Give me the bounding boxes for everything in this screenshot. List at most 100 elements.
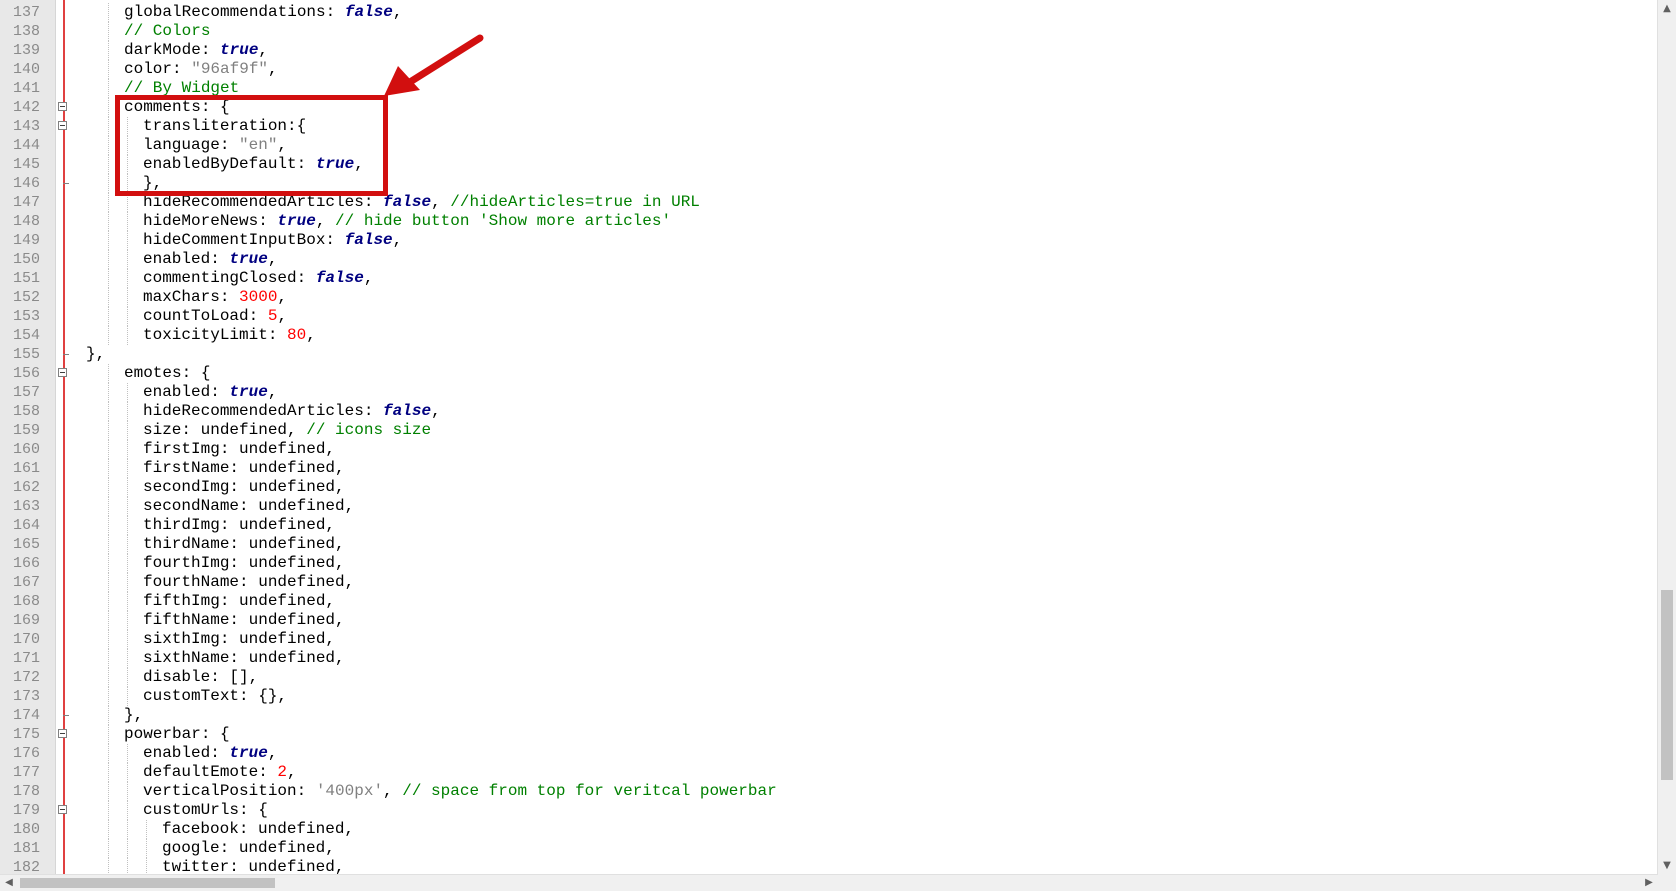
scroll-left-icon[interactable]: ◀: [0, 875, 18, 891]
code-text[interactable]: color: "96af9f",: [124, 60, 278, 79]
code-text[interactable]: sixthImg: undefined,: [143, 630, 335, 649]
code-line[interactable]: 179 customUrls: {: [0, 801, 1658, 820]
code-line[interactable]: 174},: [0, 706, 1658, 725]
code-line[interactable]: 149 hideCommentInputBox: false,: [0, 231, 1658, 250]
code-text[interactable]: // By Widget: [124, 79, 239, 98]
code-line[interactable]: 166 fourthImg: undefined,: [0, 554, 1658, 573]
code-line[interactable]: 175 powerbar: {: [0, 725, 1658, 744]
code-line[interactable]: 160 firstImg: undefined,: [0, 440, 1658, 459]
fold-toggle-icon[interactable]: [58, 102, 67, 111]
code-text[interactable]: enabledByDefault: true,: [143, 155, 364, 174]
code-line[interactable]: 151 commentingClosed: false,: [0, 269, 1658, 288]
code-text[interactable]: globalRecommendations: false,: [124, 3, 402, 22]
code-line[interactable]: 145 enabledByDefault: true,: [0, 155, 1658, 174]
code-line[interactable]: 156 emotes: {: [0, 364, 1658, 383]
fold-toggle-icon[interactable]: [58, 121, 67, 130]
code-line[interactable]: 173 customText: {},: [0, 687, 1658, 706]
fold-toggle-icon[interactable]: [58, 368, 67, 377]
code-line[interactable]: 168 fifthImg: undefined,: [0, 592, 1658, 611]
code-text[interactable]: defaultEmote: 2,: [143, 763, 297, 782]
horizontal-scrollbar[interactable]: ◀ ▶: [0, 874, 1658, 891]
code-line[interactable]: 139 darkMode: true,: [0, 41, 1658, 60]
code-line[interactable]: 161 firstName: undefined,: [0, 459, 1658, 478]
code-text[interactable]: fifthName: undefined,: [143, 611, 345, 630]
code-line[interactable]: 138 // Colors: [0, 22, 1658, 41]
code-text[interactable]: verticalPosition: '400px', // space from…: [143, 782, 777, 801]
code-text[interactable]: enabled: true,: [143, 744, 277, 763]
code-text[interactable]: enabled: true,: [143, 250, 277, 269]
code-line[interactable]: 158 hideRecommendedArticles: false,: [0, 402, 1658, 421]
code-line[interactable]: 140 color: "96af9f",: [0, 60, 1658, 79]
vertical-scrollbar[interactable]: ▲ ▼: [1657, 0, 1676, 875]
code-line[interactable]: 141 // By Widget: [0, 79, 1658, 98]
code-text[interactable]: sixthName: undefined,: [143, 649, 345, 668]
code-text[interactable]: fifthImg: undefined,: [143, 592, 335, 611]
code-text[interactable]: emotes: {: [124, 364, 210, 383]
code-line[interactable]: 181 google: undefined,: [0, 839, 1658, 858]
code-line[interactable]: 142 comments: {: [0, 98, 1658, 117]
code-line[interactable]: 162 secondImg: undefined,: [0, 478, 1658, 497]
code-text[interactable]: disable: [],: [143, 668, 258, 687]
code-text[interactable]: language: "en",: [143, 136, 287, 155]
code-text[interactable]: thirdName: undefined,: [143, 535, 345, 554]
scroll-up-icon[interactable]: ▲: [1658, 0, 1676, 18]
fold-toggle-icon[interactable]: [58, 805, 67, 814]
code-text[interactable]: firstName: undefined,: [143, 459, 345, 478]
code-editor[interactable]: 137 globalRecommendations: false, 138 // Co…: [0, 0, 1676, 891]
code-text[interactable]: maxChars: 3000,: [143, 288, 287, 307]
code-line[interactable]: 155},: [0, 345, 1658, 364]
code-text[interactable]: hideRecommendedArticles: false,: [143, 402, 441, 421]
fold-toggle-icon[interactable]: [58, 729, 67, 738]
code-lines[interactable]: 137 globalRecommendations: false, 138 // Co…: [0, 3, 1658, 877]
code-text[interactable]: },: [143, 174, 162, 193]
code-text[interactable]: secondName: undefined,: [143, 497, 354, 516]
code-text[interactable]: },: [124, 706, 143, 725]
code-line[interactable]: 163 secondName: undefined,: [0, 497, 1658, 516]
code-line[interactable]: 171 sixthName: undefined,: [0, 649, 1658, 668]
code-text[interactable]: hideMoreNews: true, // hide button 'Show…: [143, 212, 671, 231]
code-line[interactable]: 147 hideRecommendedArticles: false, //hid…: [0, 193, 1658, 212]
code-text[interactable]: hideCommentInputBox: false,: [143, 231, 402, 250]
code-line[interactable]: 177 defaultEmote: 2,: [0, 763, 1658, 782]
code-line[interactable]: 152 maxChars: 3000,: [0, 288, 1658, 307]
code-line[interactable]: 157 enabled: true,: [0, 383, 1658, 402]
code-text[interactable]: enabled: true,: [143, 383, 277, 402]
code-line[interactable]: 164 thirdImg: undefined,: [0, 516, 1658, 535]
code-line[interactable]: 176 enabled: true,: [0, 744, 1658, 763]
code-line[interactable]: 178 verticalPosition: '400px', // space f…: [0, 782, 1658, 801]
code-text[interactable]: firstImg: undefined,: [143, 440, 335, 459]
code-line[interactable]: 148 hideMoreNews: true, // hide button 'S…: [0, 212, 1658, 231]
code-text[interactable]: hideRecommendedArticles: false, //hideAr…: [143, 193, 700, 212]
code-line[interactable]: 169 fifthName: undefined,: [0, 611, 1658, 630]
code-line[interactable]: 180 facebook: undefined,: [0, 820, 1658, 839]
code-line[interactable]: 146},: [0, 174, 1658, 193]
horizontal-scroll-thumb[interactable]: [20, 878, 275, 888]
code-text[interactable]: fourthImg: undefined,: [143, 554, 345, 573]
code-text[interactable]: customUrls: {: [143, 801, 268, 820]
code-line[interactable]: 172 disable: [],: [0, 668, 1658, 687]
code-text[interactable]: customText: {},: [143, 687, 287, 706]
code-line[interactable]: 170 sixthImg: undefined,: [0, 630, 1658, 649]
code-text[interactable]: countToLoad: 5,: [143, 307, 287, 326]
code-line[interactable]: 150 enabled: true,: [0, 250, 1658, 269]
code-text[interactable]: toxicityLimit: 80,: [143, 326, 316, 345]
code-line[interactable]: 167 fourthName: undefined,: [0, 573, 1658, 592]
code-text[interactable]: secondImg: undefined,: [143, 478, 345, 497]
scroll-right-icon[interactable]: ▶: [1640, 875, 1658, 891]
code-line[interactable]: 153 countToLoad: 5,: [0, 307, 1658, 326]
code-line[interactable]: 154 toxicityLimit: 80,: [0, 326, 1658, 345]
code-text[interactable]: size: undefined, // icons size: [143, 421, 431, 440]
code-text[interactable]: // Colors: [124, 22, 210, 41]
code-text[interactable]: fourthName: undefined,: [143, 573, 354, 592]
code-line[interactable]: 143 transliteration:{: [0, 117, 1658, 136]
code-text[interactable]: comments: {: [124, 98, 230, 117]
vertical-scroll-thumb[interactable]: [1661, 590, 1673, 780]
code-text[interactable]: transliteration:{: [143, 117, 306, 136]
code-text[interactable]: commentingClosed: false,: [143, 269, 373, 288]
code-text[interactable]: },: [86, 345, 105, 364]
code-text[interactable]: facebook: undefined,: [162, 820, 354, 839]
code-line[interactable]: 137 globalRecommendations: false,: [0, 3, 1658, 22]
code-text[interactable]: google: undefined,: [162, 839, 335, 858]
scroll-down-icon[interactable]: ▼: [1658, 857, 1676, 875]
code-line[interactable]: 159 size: undefined, // icons size: [0, 421, 1658, 440]
